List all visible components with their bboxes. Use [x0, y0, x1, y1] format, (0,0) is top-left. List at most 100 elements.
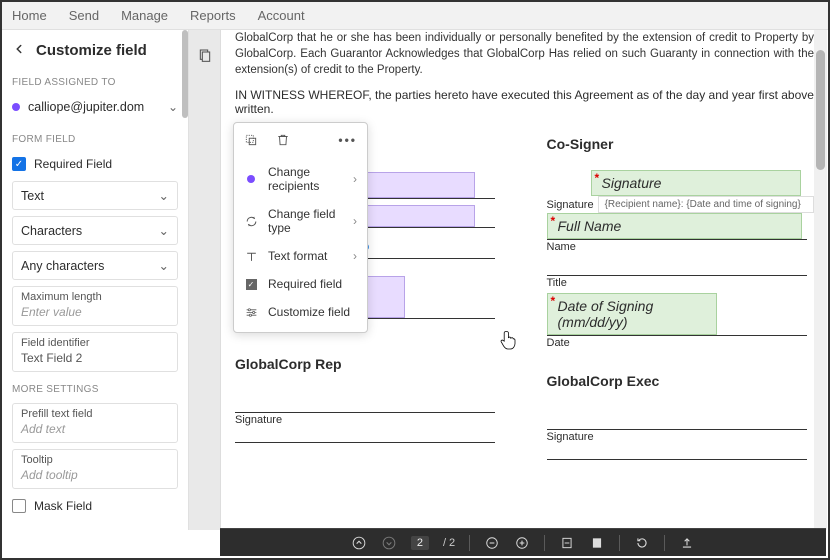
sidebar-title: Customize field: [36, 42, 147, 59]
text-format-icon: [244, 250, 258, 263]
date-label-right: Date: [547, 337, 815, 349]
doc-scrollbar[interactable]: [814, 30, 827, 530]
max-length-label: Maximum length: [21, 291, 169, 303]
refresh-icon: [244, 215, 258, 228]
date-field-text-right: Date of Signing (mm/dd/yy): [558, 298, 654, 330]
page-total: / 2: [443, 537, 455, 549]
upload-icon[interactable]: [679, 535, 695, 551]
fit-width-icon[interactable]: [559, 535, 575, 551]
prefill-label: Prefill text field: [21, 408, 169, 420]
field-identifier-value: Text Field 2: [21, 351, 169, 365]
chevron-right-icon: ›: [353, 172, 357, 186]
nav-manage[interactable]: Manage: [121, 8, 168, 23]
mask-field-checkbox[interactable]: Mask Field: [12, 495, 178, 517]
tooltip-placeholder: Add tooltip: [21, 468, 169, 482]
characters-value: Characters: [21, 224, 82, 238]
page-current[interactable]: 2: [411, 536, 429, 550]
pages-icon[interactable]: [197, 48, 213, 67]
recipient-dot-icon: [244, 175, 258, 183]
sidebar-scrollbar[interactable]: [182, 30, 188, 118]
menu-change-recipients[interactable]: Change recipients ›: [234, 158, 367, 200]
document-pane: GlobalCorp that he or she has been indiv…: [221, 30, 828, 530]
copy-icon[interactable]: [244, 133, 258, 150]
menu-label: Required field: [268, 277, 357, 291]
prefill-placeholder: Add text: [21, 422, 169, 436]
max-length-input[interactable]: Maximum length Enter value: [12, 286, 178, 326]
signature-field-right[interactable]: * Signature: [591, 170, 801, 196]
checkbox-empty-icon: [12, 499, 26, 513]
name-field-right[interactable]: * Full Name: [547, 213, 802, 239]
assignee-dropdown[interactable]: calliope@jupiter.dom ⌄: [12, 96, 178, 128]
field-identifier-input[interactable]: Field identifier Text Field 2: [12, 332, 178, 372]
menu-label: Change field type: [268, 207, 343, 235]
checkbox-checked-icon: ✓: [12, 157, 26, 171]
chevron-down-icon: ⌄: [168, 100, 178, 114]
sliders-icon: [244, 306, 258, 319]
characters-select[interactable]: Characters ⌄: [12, 216, 178, 245]
doc-paragraph: GlobalCorp that he or she has been indiv…: [235, 30, 814, 78]
nav-reports[interactable]: Reports: [190, 8, 236, 23]
sig-label-right: Signature: [547, 199, 594, 211]
nav-home[interactable]: Home: [12, 8, 47, 23]
max-length-placeholder: Enter value: [21, 305, 169, 319]
bottom-toolbar: 2 / 2: [220, 528, 826, 556]
menu-customize-field[interactable]: Customize field: [234, 298, 367, 326]
name-label-right: Name: [547, 241, 815, 253]
nav-account[interactable]: Account: [258, 8, 305, 23]
sidebar: Customize field FIELD ASSIGNED TO callio…: [2, 30, 189, 530]
page-down-icon[interactable]: [381, 535, 397, 551]
signer-right-column: Co-Signer * Signature Signature {Recipie…: [547, 136, 815, 460]
sig-placeholder-right: {Recipient name}: {Date and time of sign…: [598, 196, 814, 213]
back-chevron-icon[interactable]: [12, 42, 26, 59]
nav-send[interactable]: Send: [69, 8, 99, 23]
sig-field-text-right: Signature: [602, 175, 662, 191]
page-up-icon[interactable]: [351, 535, 367, 551]
cosigner-header: Co-Signer: [547, 136, 815, 152]
hand-cursor-icon: [499, 328, 519, 355]
any-characters-value: Any characters: [21, 259, 104, 273]
menu-text-format[interactable]: Text format ›: [234, 242, 367, 270]
more-icon[interactable]: •••: [338, 133, 357, 150]
section-form-field: FORM FIELD: [12, 134, 178, 145]
rep-header: GlobalCorp Rep: [235, 356, 503, 372]
required-field-checkbox[interactable]: ✓ Required Field: [12, 153, 178, 175]
any-characters-select[interactable]: Any characters ⌄: [12, 251, 178, 280]
menu-required-field[interactable]: ✓ Required field: [234, 270, 367, 298]
title-label-right: Title: [547, 277, 815, 289]
chevron-down-icon: ⌄: [159, 188, 169, 203]
exec-header: GlobalCorp Exec: [547, 373, 815, 389]
rotate-icon[interactable]: [634, 535, 650, 551]
section-more-settings: MORE SETTINGS: [12, 384, 178, 395]
field-context-menu: ••• Change recipients › Change field typ…: [233, 122, 368, 333]
chevron-right-icon: ›: [353, 214, 357, 228]
name-field-text-right: Full Name: [558, 218, 622, 234]
chevron-down-icon: ⌄: [159, 223, 169, 238]
required-label: Required Field: [34, 157, 112, 171]
field-identifier-label: Field identifier: [21, 337, 169, 349]
menu-label: Text format: [268, 249, 343, 263]
field-type-select[interactable]: Text ⌄: [12, 181, 178, 210]
chevron-down-icon: ⌄: [159, 258, 169, 273]
zoom-out-icon[interactable]: [484, 535, 500, 551]
menu-label: Customize field: [268, 305, 357, 319]
date-field-right[interactable]: * Date of Signing (mm/dd/yy): [547, 293, 717, 335]
fit-page-icon[interactable]: [589, 535, 605, 551]
field-type-value: Text: [21, 189, 44, 203]
doc-witness: IN WITNESS WHEREOF, the parties hereto h…: [235, 88, 814, 116]
tooltip-input[interactable]: Tooltip Add tooltip: [12, 449, 178, 489]
doc-rail: [189, 30, 221, 530]
recipient-dot-icon: [12, 103, 20, 111]
section-assigned-to: FIELD ASSIGNED TO: [12, 77, 178, 88]
chevron-right-icon: ›: [353, 249, 357, 263]
rep-signature-label: Signature: [235, 414, 503, 426]
delete-icon[interactable]: [276, 133, 290, 150]
zoom-in-icon[interactable]: [514, 535, 530, 551]
prefill-text-input[interactable]: Prefill text field Add text: [12, 403, 178, 443]
menu-label: Change recipients: [268, 165, 343, 193]
exec-signature-label: Signature: [547, 431, 815, 443]
mask-field-label: Mask Field: [34, 499, 92, 513]
checkbox-checked-icon: ✓: [244, 279, 258, 290]
menu-change-field-type[interactable]: Change field type ›: [234, 200, 367, 242]
assignee-name: calliope@jupiter.dom: [28, 100, 160, 114]
top-nav: Home Send Manage Reports Account: [2, 2, 828, 30]
